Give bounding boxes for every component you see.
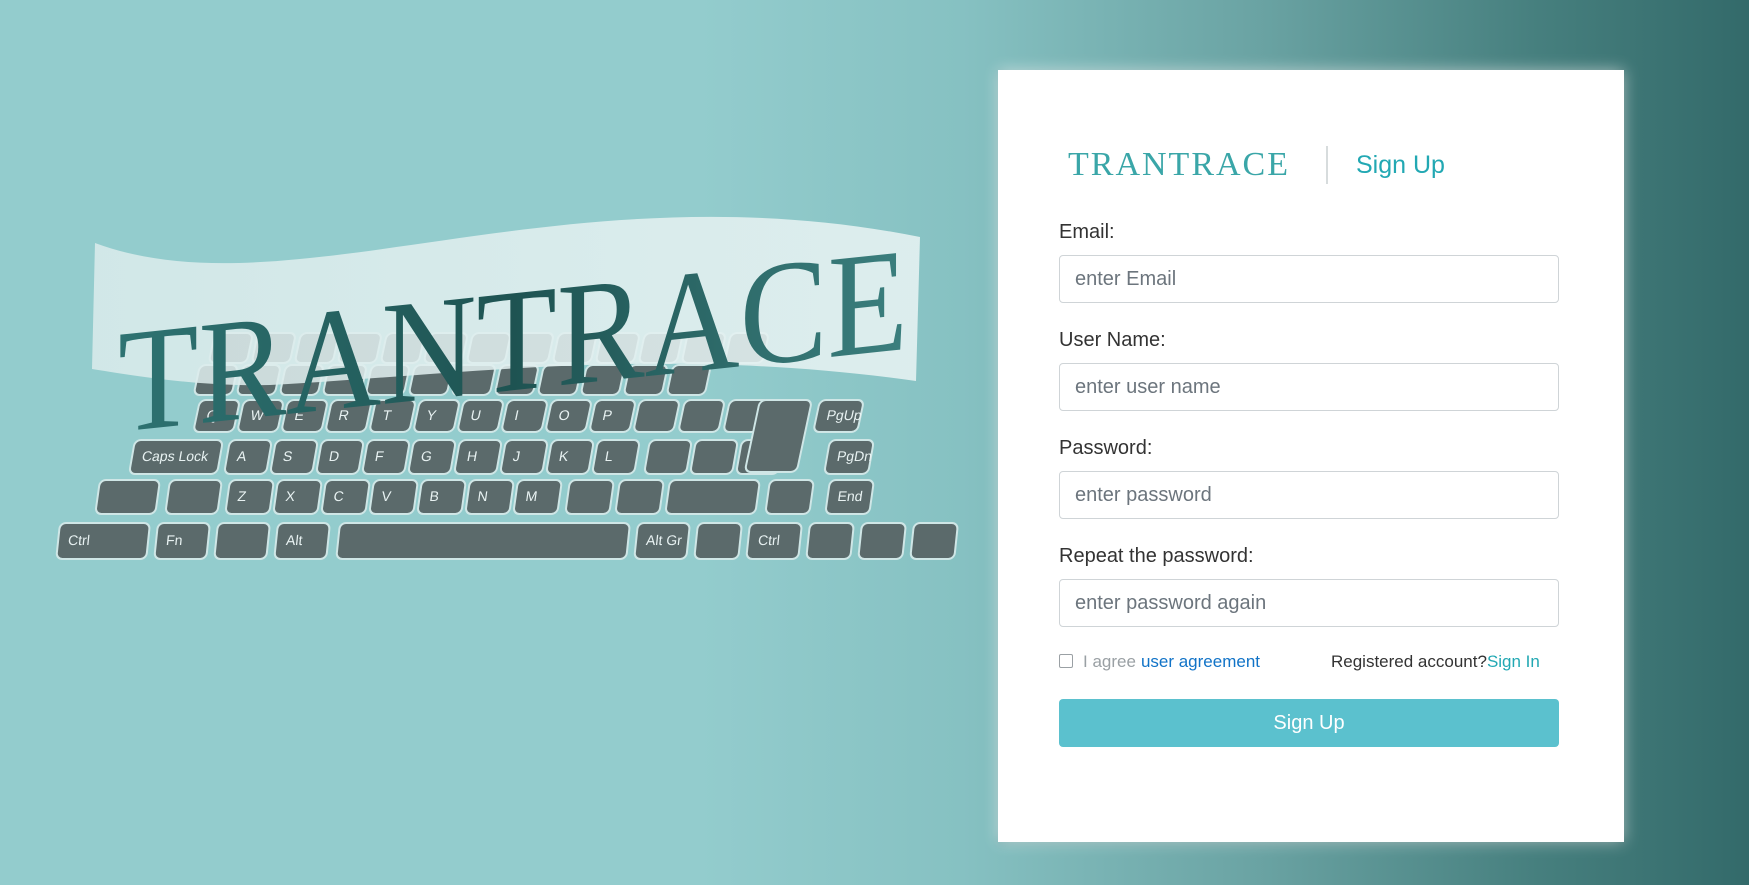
- keyboard-key: K: [545, 439, 595, 475]
- keyboard-key: [664, 479, 761, 515]
- svg-text:Alt Gr: Alt Gr: [645, 532, 683, 548]
- keyboard-key: [643, 439, 693, 475]
- keyboard-key: N: [464, 479, 515, 515]
- registered-prompt: Registered account?Sign In: [1331, 652, 1540, 672]
- page-title: Sign Up: [1356, 150, 1445, 179]
- email-field-group: Email:: [1059, 218, 1559, 326]
- keyboard-key: [614, 479, 665, 515]
- svg-text:PgUp: PgUp: [825, 407, 863, 423]
- password-input[interactable]: [1059, 471, 1559, 519]
- hero-illustration: Q W E R T Y U I O P A S D F G H J K L Z X C V B N M Caps Lock End Pg…: [40, 195, 980, 595]
- username-field-group: User Name:: [1059, 326, 1559, 434]
- svg-text:Ctrl: Ctrl: [757, 532, 780, 548]
- repeat-password-input[interactable]: [1059, 579, 1559, 627]
- email-label: Email:: [1059, 221, 1115, 243]
- keyboard-key: Alt: [273, 522, 331, 560]
- agreement-row: I agree user agreement Registered accoun…: [1059, 647, 1559, 677]
- user-agreement-link[interactable]: user agreement: [1141, 652, 1260, 672]
- keyboard-key: [805, 522, 855, 560]
- keyboard-key: [689, 439, 739, 475]
- keyboard-key: Z: [224, 479, 275, 515]
- brand-logo: TRANTRACE: [1068, 146, 1290, 183]
- svg-text:M: M: [525, 488, 539, 504]
- keyboard-key: F: [361, 439, 411, 475]
- signup-card: TRANTRACE Sign Up Email: User Name: Pass…: [998, 70, 1624, 842]
- sign-up-button[interactable]: Sign Up: [1059, 699, 1559, 747]
- keyboard-key: D: [315, 439, 365, 475]
- keyboard-key: B: [416, 479, 467, 515]
- keyboard-key: Alt Gr: [633, 522, 691, 560]
- password-label: Password:: [1059, 437, 1153, 459]
- svg-text:Alt: Alt: [285, 532, 303, 548]
- keyboard-key: Ctrl: [745, 522, 803, 560]
- repeat-password-label: Repeat the password:: [1059, 545, 1254, 567]
- keyboard-key: [335, 522, 631, 560]
- keyboard-key: [564, 479, 615, 515]
- keyboard-key: [164, 479, 223, 515]
- keyboard-key: H: [453, 439, 503, 475]
- keyboard-key: PgDn: [823, 439, 875, 475]
- keyboard-key: PgUp: [813, 399, 864, 433]
- keyboard-key: Ctrl: [55, 522, 151, 560]
- keyboard-illustration: Q W E R T Y U I O PA S D F G H J K LZ X C V B N MCaps LockEndPg…: [55, 216, 959, 560]
- keyboard-key: [909, 522, 959, 560]
- keyboard-key: [693, 522, 743, 560]
- keyboard-key: [94, 479, 161, 515]
- svg-text:End: End: [837, 488, 864, 504]
- keyboard-key: Fn: [153, 522, 211, 560]
- keyboard-key: End: [824, 479, 875, 515]
- agree-label: I agree: [1083, 652, 1136, 671]
- signup-form: Email: User Name: Password: Repeat the p…: [1059, 218, 1559, 747]
- svg-text:Fn: Fn: [165, 532, 183, 548]
- svg-text:Ctrl: Ctrl: [67, 532, 90, 548]
- agree-checkbox[interactable]: [1059, 654, 1073, 668]
- keyboard-key: X: [272, 479, 323, 515]
- card-header: TRANTRACE Sign Up: [1068, 145, 1445, 185]
- keyboard-key: L: [591, 439, 641, 475]
- svg-text:PgDn: PgDn: [836, 448, 874, 464]
- username-label: User Name:: [1059, 329, 1166, 351]
- repeat-password-field-group: Repeat the password:: [1059, 542, 1559, 650]
- password-field-group: Password:: [1059, 434, 1559, 542]
- keyboard-key: [764, 479, 815, 515]
- keyboard-key: J: [499, 439, 549, 475]
- header-divider: [1326, 146, 1328, 184]
- keyboard-key: V: [368, 479, 419, 515]
- keyboard-key: M: [512, 479, 563, 515]
- keyboard-key: C: [320, 479, 371, 515]
- email-input[interactable]: [1059, 255, 1559, 303]
- keyboard-key: G: [407, 439, 457, 475]
- keyboard-key: [857, 522, 907, 560]
- registered-text: Registered account?: [1331, 652, 1487, 671]
- keyboard-key: [213, 522, 271, 560]
- username-input[interactable]: [1059, 363, 1559, 411]
- sign-in-link[interactable]: Sign In: [1487, 652, 1540, 671]
